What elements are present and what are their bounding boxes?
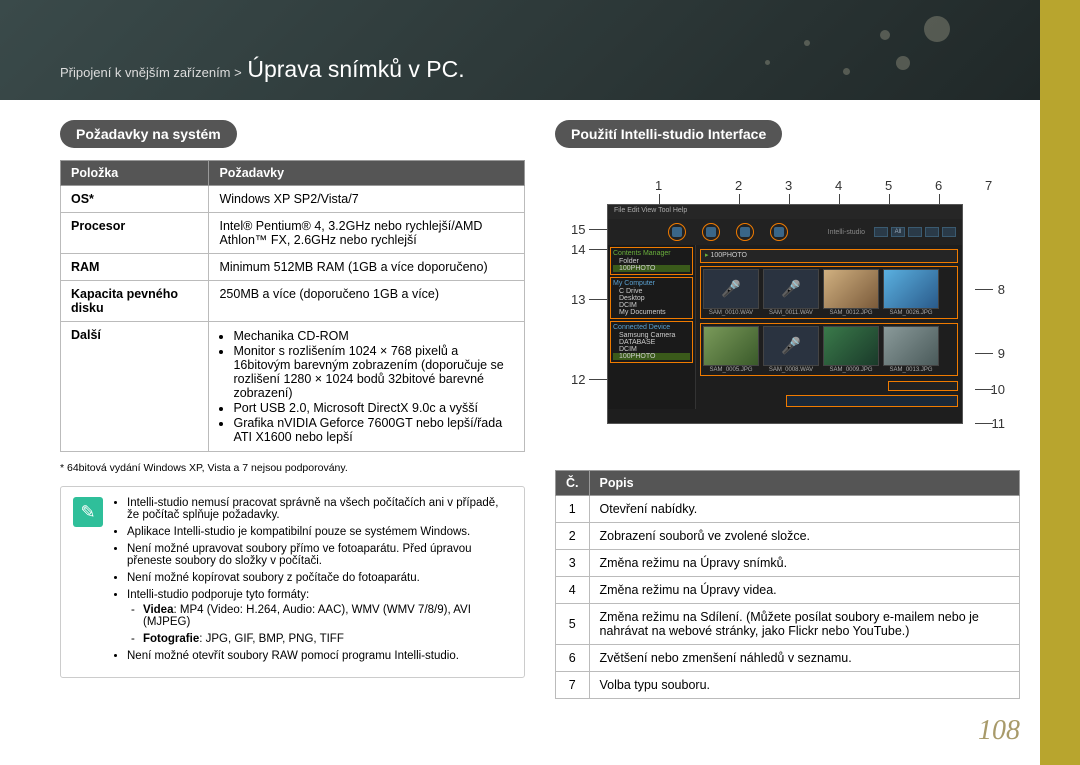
page-number: 108	[978, 715, 1020, 747]
callout-14: 14	[571, 242, 585, 257]
app-menubar[interactable]: File Edit View Tool Help	[608, 205, 962, 219]
toolbar-photo-edit-icon[interactable]	[702, 223, 720, 241]
callout-7: 7	[985, 178, 992, 193]
table-row: 1Otevření nabídky.	[556, 496, 1020, 523]
filter-chip-video[interactable]	[925, 227, 939, 237]
footnote: * 64bitová vydání Windows XP, Vista a 7 …	[60, 462, 525, 474]
filter-chip-audio[interactable]	[942, 227, 956, 237]
bottom-actions-bar[interactable]	[786, 395, 958, 407]
callout-3: 3	[785, 178, 792, 193]
callout-6: 6	[935, 178, 942, 193]
breadcrumb: Připojení k vnějším zařízením > Úprava s…	[60, 56, 465, 83]
note-list: Intelli-studio nemusí pracovat správně n…	[127, 497, 512, 667]
zoom-slider[interactable]	[888, 381, 958, 391]
sidebar-my-computer[interactable]: My Computer C Drive Desktop DCIM My Docu…	[610, 277, 693, 319]
callout-11: 11	[992, 416, 1006, 431]
interface-diagram: 1 2 3 4 5 6 7 15 14 13 12 8 9 10 11	[555, 174, 1015, 454]
page-title: Úprava snímků v PC.	[247, 56, 464, 82]
callout-5: 5	[885, 178, 892, 193]
filter-chip-photo[interactable]	[908, 227, 922, 237]
description-table: Č. Popis 1Otevření nabídky. 2Zobrazení s…	[555, 470, 1020, 699]
callout-4: 4	[835, 178, 842, 193]
callout-9: 9	[998, 346, 1005, 361]
folder-bar[interactable]: ▸ 100PHOTO	[700, 249, 958, 263]
app-window: File Edit View Tool Help Intelli-studio …	[607, 204, 963, 424]
callout-13: 13	[571, 292, 585, 307]
table-row: 4Změna režimu na Úpravy videa.	[556, 577, 1020, 604]
table-row: 3Změna režimu na Úpravy snímků.	[556, 550, 1020, 577]
callout-2: 2	[735, 178, 742, 193]
thumbnail-item[interactable]: SAM_0009.JPG	[823, 326, 879, 373]
app-toolbar: Intelli-studio All	[608, 219, 962, 245]
table-row: Procesor Intel® Pentium® 4, 3.2GHz nebo …	[61, 213, 525, 254]
thumbnail-item[interactable]: SAM_0005.JPG	[703, 326, 759, 373]
thumbnail-item[interactable]: SAM_0011.WAV	[763, 269, 819, 316]
table-row: 6Zvětšení nebo zmenšení náhledů v seznam…	[556, 645, 1020, 672]
table-row: 5Změna režimu na Sdílení. (Můžete posíla…	[556, 604, 1020, 645]
right-column: Použití Intelli-studio Interface 1 2 3 4…	[555, 120, 1020, 699]
section-heading-requirements: Požadavky na systém	[60, 120, 237, 148]
section-heading-interface: Použití Intelli-studio Interface	[555, 120, 782, 148]
toolbar-share-icon[interactable]	[770, 223, 788, 241]
table-row: Kapacita pevného disku 250MB a více (dop…	[61, 281, 525, 322]
sidebar-contents-manager[interactable]: Contents Manager Folder 100PHOTO	[610, 247, 693, 275]
table-row: 2Zobrazení souborů ve zvolené složce.	[556, 523, 1020, 550]
table-row: Další Mechanika CD-ROM Monitor s rozliše…	[61, 322, 525, 452]
page-header	[0, 0, 1040, 100]
table-row: OS* Windows XP SP2/Vista/7	[61, 186, 525, 213]
requirements-table: Položka Požadavky OS* Windows XP SP2/Vis…	[60, 160, 525, 452]
filter-chip-all[interactable]: All	[891, 227, 905, 237]
thumbnail-item[interactable]: SAM_0026.JPG	[883, 269, 939, 316]
table-row: 7Volba typu souboru.	[556, 672, 1020, 699]
note-box: ✎ Intelli-studio nemusí pracovat správně…	[60, 486, 525, 678]
thumbnail-item[interactable]: SAM_0013.JPG	[883, 326, 939, 373]
pen-icon: ✎	[73, 497, 103, 527]
callout-8: 8	[998, 282, 1005, 297]
th-req: Požadavky	[209, 161, 525, 186]
filter-chip[interactable]	[874, 227, 888, 237]
thumbnail-item[interactable]: SAM_0010.WAV	[703, 269, 759, 316]
thumbnail-item[interactable]: SAM_0012.JPG	[823, 269, 879, 316]
thumbnail-area: ▸ 100PHOTO SAM_0010.WAV SAM_0011.WAV SAM…	[696, 245, 962, 409]
th-description: Popis	[589, 471, 1020, 496]
sidebar-connected-device[interactable]: Connected Device Samsung Camera DATABASE…	[610, 321, 693, 363]
th-item: Položka	[61, 161, 209, 186]
thumbnail-item[interactable]: SAM_0008.WAV	[763, 326, 819, 373]
brand-label: Intelli-studio	[828, 229, 865, 236]
callout-15: 15	[571, 222, 585, 237]
th-number: Č.	[556, 471, 590, 496]
callout-12: 12	[571, 372, 585, 387]
table-row: RAM Minimum 512MB RAM (1GB a více doporu…	[61, 254, 525, 281]
callout-1: 1	[655, 178, 662, 193]
breadcrumb-prefix: Připojení k vnějším zařízením >	[60, 65, 242, 80]
app-sidebar: Contents Manager Folder 100PHOTO My Comp…	[608, 245, 696, 409]
header-decoration	[700, 6, 960, 96]
toolbar-library-icon[interactable]	[668, 223, 686, 241]
left-column: Požadavky na systém Položka Požadavky OS…	[60, 120, 525, 699]
toolbar-video-edit-icon[interactable]	[736, 223, 754, 241]
side-accent-bar	[1040, 0, 1080, 765]
